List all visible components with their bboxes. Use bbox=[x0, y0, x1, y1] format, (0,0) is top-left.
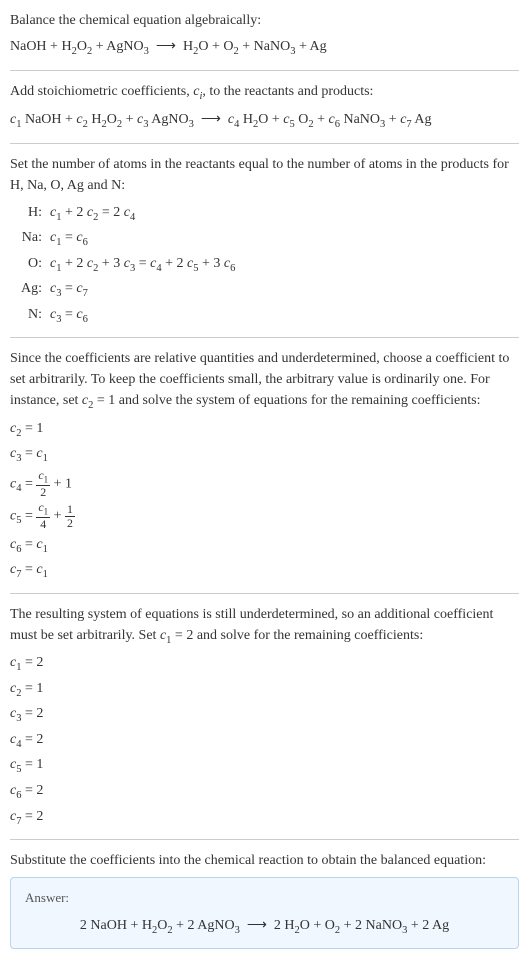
divider bbox=[10, 839, 519, 840]
coeff-item: c4 = 2 bbox=[10, 729, 519, 753]
section-atom-balance: Set the number of atoms in the reactants… bbox=[10, 154, 519, 328]
unbalanced-equation: NaOH + H2O2 + AgNO3 ⟶ H2O + O2 + NaNO3 +… bbox=[10, 35, 519, 60]
atom-row-ag: Ag: c3 = c7 bbox=[18, 278, 519, 302]
coeff-item: c6 = 2 bbox=[10, 780, 519, 804]
coeff-item: c7 = c1 bbox=[10, 559, 519, 583]
atom-equations-table: H: c1 + 2 c2 = 2 c4 Na: c1 = c6 O: c1 + … bbox=[18, 202, 519, 328]
coeff-item: c6 = c1 bbox=[10, 534, 519, 558]
coeff-item: c2 = 1 bbox=[10, 418, 519, 442]
coeff-item: c1 = 2 bbox=[10, 652, 519, 676]
coeff-list-2: c1 = 2 c2 = 1 c3 = 2 c4 = 2 c5 = 1 c6 = … bbox=[10, 652, 519, 829]
divider bbox=[10, 593, 519, 594]
intro-text: Balance the chemical equation algebraica… bbox=[10, 10, 519, 31]
coeff-item: c3 = c1 bbox=[10, 443, 519, 467]
coeff-item-c5: c5 = c1 4 + 1 2 bbox=[10, 501, 519, 531]
coeff-equation: c1 NaOH + c2 H2O2 + c3 AgNO3 ⟶ c4 H2O + … bbox=[10, 108, 519, 133]
balanced-equation: 2 NaOH + H2O2 + 2 AgNO3 ⟶ 2 H2O + O2 + 2… bbox=[25, 914, 504, 939]
divider bbox=[10, 70, 519, 71]
atom-label: H: bbox=[18, 202, 50, 223]
arbitrary-text-2: The resulting system of equations is sti… bbox=[10, 604, 519, 649]
coeff-item: c5 = 1 bbox=[10, 754, 519, 778]
divider bbox=[10, 143, 519, 144]
section-set-arbitrary-2: The resulting system of equations is sti… bbox=[10, 604, 519, 829]
atom-label: Na: bbox=[18, 227, 50, 248]
atom-label: O: bbox=[18, 253, 50, 274]
atom-label: Ag: bbox=[18, 278, 50, 299]
atom-row-h: H: c1 + 2 c2 = 2 c4 bbox=[18, 202, 519, 226]
arbitrary-text-1: Since the coefficients are relative quan… bbox=[10, 348, 519, 414]
atom-balance-text: Set the number of atoms in the reactants… bbox=[10, 154, 519, 196]
section-answer: Substitute the coefficients into the che… bbox=[10, 850, 519, 949]
fraction: c1 4 bbox=[36, 501, 50, 531]
atom-eq: c1 + 2 c2 + 3 c3 = c4 + 2 c5 + 3 c6 bbox=[50, 253, 235, 277]
coeff-item: c2 = 1 bbox=[10, 678, 519, 702]
coeff-list-1: c2 = 1 c3 = c1 c4 = c1 2 + 1 c5 = c1 4 +… bbox=[10, 418, 519, 583]
answer-label: Answer: bbox=[25, 888, 504, 908]
fraction: c1 2 bbox=[36, 469, 50, 499]
atom-row-na: Na: c1 = c6 bbox=[18, 227, 519, 251]
coeff-item: c3 = 2 bbox=[10, 703, 519, 727]
coeff-item: c7 = 2 bbox=[10, 806, 519, 830]
coeff-item-c4: c4 = c1 2 + 1 bbox=[10, 469, 519, 499]
substitute-text: Substitute the coefficients into the che… bbox=[10, 850, 519, 871]
stoich-text: Add stoichiometric coefficients, ci, to … bbox=[10, 81, 519, 105]
atom-row-o: O: c1 + 2 c2 + 3 c3 = c4 + 2 c5 + 3 c6 bbox=[18, 253, 519, 277]
atom-eq: c3 = c6 bbox=[50, 304, 88, 328]
answer-box: Answer: 2 NaOH + H2O2 + 2 AgNO3 ⟶ 2 H2O … bbox=[10, 877, 519, 949]
section-set-arbitrary-1: Since the coefficients are relative quan… bbox=[10, 348, 519, 582]
atom-eq: c1 = c6 bbox=[50, 227, 88, 251]
atom-eq: c3 = c7 bbox=[50, 278, 88, 302]
atom-eq: c1 + 2 c2 = 2 c4 bbox=[50, 202, 135, 226]
section-stoichiometric: Add stoichiometric coefficients, ci, to … bbox=[10, 81, 519, 133]
section-balance-intro: Balance the chemical equation algebraica… bbox=[10, 10, 519, 60]
atom-row-n: N: c3 = c6 bbox=[18, 304, 519, 328]
divider bbox=[10, 337, 519, 338]
atom-label: N: bbox=[18, 304, 50, 325]
fraction: 1 2 bbox=[65, 503, 75, 530]
